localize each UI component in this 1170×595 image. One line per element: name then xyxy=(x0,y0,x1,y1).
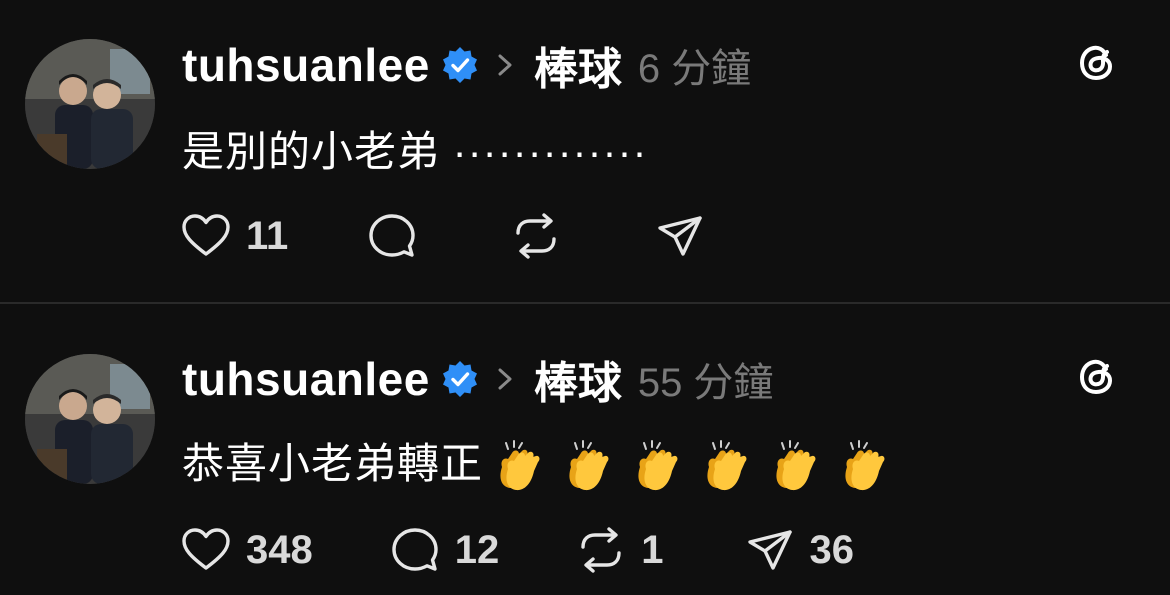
repost-icon xyxy=(516,213,556,259)
post[interactable]: tuhsuanlee 棒球 55 分鐘 恭喜小老弟轉正 348 12 1 36 xyxy=(0,304,1170,595)
heart-icon xyxy=(182,214,230,256)
clap-emoji-icon xyxy=(707,439,747,490)
like-button[interactable]: 11 xyxy=(180,210,288,262)
clap-emoji-row xyxy=(483,439,897,495)
heart-icon xyxy=(182,528,230,570)
post-actions: 348 12 1 36 xyxy=(180,522,932,578)
username[interactable]: tuhsuanlee xyxy=(182,38,430,92)
post-header: tuhsuanlee 棒球 55 分鐘 xyxy=(182,348,773,410)
repost-count: 1 xyxy=(641,527,664,572)
timestamp: 55 分鐘 xyxy=(637,361,774,405)
chevron-right-icon xyxy=(498,54,512,76)
timestamp: 6 分鐘 xyxy=(637,47,752,91)
comment-icon xyxy=(369,214,415,257)
clap-emoji-icon xyxy=(569,439,609,490)
threads-logo-icon[interactable] xyxy=(1074,354,1120,400)
repost-button[interactable]: 1 xyxy=(575,524,664,576)
reply-button[interactable] xyxy=(366,210,432,262)
post-header: tuhsuanlee 棒球 6 分鐘 xyxy=(182,34,751,96)
repost-button[interactable] xyxy=(510,210,576,262)
reply-count: 12 xyxy=(454,527,500,572)
share-icon xyxy=(747,530,792,570)
topic-tag[interactable]: 棒球 xyxy=(534,347,622,411)
clap-emoji-icon xyxy=(638,439,678,490)
share-button[interactable]: 36 xyxy=(744,524,855,576)
share-button[interactable] xyxy=(654,210,720,262)
threads-logo-icon[interactable] xyxy=(1074,40,1120,86)
clap-emoji-icon xyxy=(776,439,816,490)
topic-tag[interactable]: 棒球 xyxy=(534,33,622,97)
like-button[interactable]: 348 xyxy=(180,524,313,576)
post-text: 是別的小老弟 ············· xyxy=(182,128,648,175)
post-text: 恭喜小老弟轉正 xyxy=(182,430,897,495)
reply-button[interactable]: 12 xyxy=(389,524,500,576)
verified-badge-icon xyxy=(442,47,477,83)
threads-feed: tuhsuanlee 棒球 6 分鐘 是別的小老弟 ············· … xyxy=(0,0,1170,595)
post-text-content: 恭喜小老弟轉正 xyxy=(182,440,484,487)
clap-emoji-icon xyxy=(500,439,540,490)
post-actions: 11 xyxy=(180,208,798,264)
clap-emoji-icon xyxy=(845,439,885,490)
share-icon xyxy=(658,216,702,256)
avatar[interactable] xyxy=(25,354,155,484)
verified-badge-icon xyxy=(442,361,477,397)
avatar[interactable] xyxy=(25,39,155,169)
username[interactable]: tuhsuanlee xyxy=(182,352,430,406)
repost-icon xyxy=(581,527,621,573)
post[interactable]: tuhsuanlee 棒球 6 分鐘 是別的小老弟 ············· … xyxy=(0,0,1170,300)
like-count: 11 xyxy=(246,213,289,258)
comment-icon xyxy=(392,528,438,571)
share-count: 36 xyxy=(809,527,855,572)
like-count: 348 xyxy=(246,527,313,572)
chevron-right-icon xyxy=(498,368,512,390)
